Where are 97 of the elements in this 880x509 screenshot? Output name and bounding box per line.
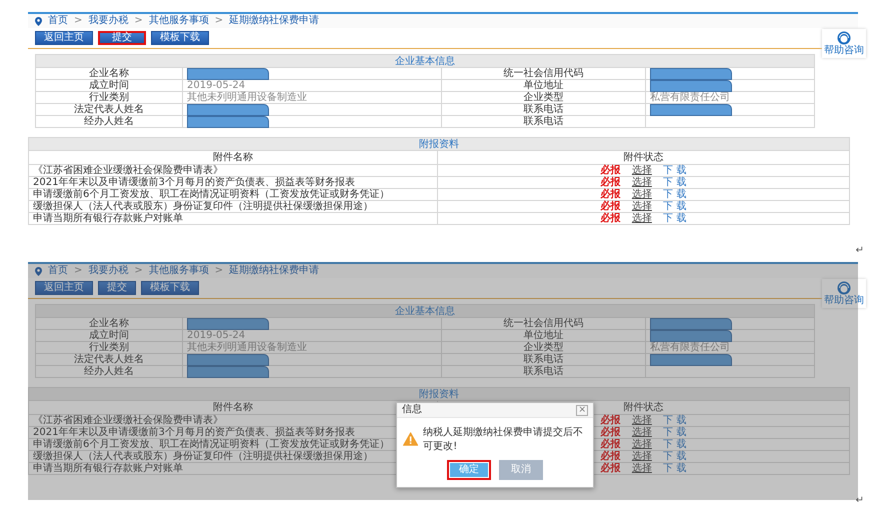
field-value: 2019-05-24 bbox=[182, 330, 442, 342]
field-label: 联系电话 bbox=[442, 104, 646, 116]
required-tag: 必报 bbox=[600, 177, 621, 188]
download-link[interactable]: 下 载 bbox=[663, 177, 686, 188]
breadcrumb-link[interactable]: 我要办税 bbox=[88, 15, 128, 27]
field-label: 行业类别 bbox=[36, 92, 182, 104]
breadcrumb-link[interactable]: 其他服务事项 bbox=[148, 15, 209, 27]
breadcrumb-link[interactable]: 其他服务事项 bbox=[148, 265, 209, 277]
required-tag: 必报 bbox=[600, 451, 621, 462]
table-cell: 缓缴担保人（法人代表或股东）身份证复印件（注明提供社保缓缴担保用途） bbox=[28, 200, 438, 212]
choose-link[interactable]: 选择 bbox=[632, 415, 652, 426]
download-link[interactable]: 下 载 bbox=[663, 165, 686, 176]
download-link[interactable]: 下 载 bbox=[663, 439, 686, 450]
breadcrumb-separator: > bbox=[134, 15, 143, 27]
field-label: 经办人姓名 bbox=[36, 366, 182, 378]
breadcrumb-separator: > bbox=[74, 265, 82, 277]
choose-link[interactable]: 选择 bbox=[632, 451, 652, 462]
toolbar-button[interactable]: 提交 bbox=[98, 31, 146, 45]
choose-link[interactable]: 选择 bbox=[632, 201, 652, 212]
section-title: 企业基本信息 bbox=[36, 54, 814, 68]
breadcrumb-link[interactable]: 我要办税 bbox=[88, 265, 128, 277]
location-pin-icon bbox=[35, 16, 42, 26]
field-label: 企业名称 bbox=[36, 318, 182, 330]
breadcrumb-link[interactable]: 延期缴纳社保费申请 bbox=[229, 15, 320, 27]
download-link[interactable]: 下 载 bbox=[663, 451, 686, 462]
required-tag: 必报 bbox=[600, 213, 621, 224]
field-label: 法定代表人姓名 bbox=[36, 104, 182, 116]
close-button[interactable]: × bbox=[576, 404, 588, 416]
field-label: 经办人姓名 bbox=[36, 116, 182, 128]
table-cell: 2021年年末以及申请缓缴前3个月每月的资产负债表、损益表等财务报表 bbox=[28, 176, 438, 188]
location-pin-icon bbox=[35, 266, 42, 276]
choose-link[interactable]: 选择 bbox=[632, 463, 652, 474]
breadcrumb-separator: > bbox=[74, 15, 82, 27]
section-title: 附报资料 bbox=[28, 138, 850, 150]
breadcrumb-separator: > bbox=[134, 265, 143, 277]
dialog-title: 信息 bbox=[402, 404, 422, 416]
download-link[interactable]: 下 载 bbox=[663, 427, 686, 438]
choose-link[interactable]: 选择 bbox=[632, 165, 652, 176]
field-label: 成立时间 bbox=[36, 80, 182, 92]
field-label: 法定代表人姓名 bbox=[36, 354, 182, 366]
paragraph-mark: ↵ bbox=[856, 245, 864, 256]
column-header: 附件状态 bbox=[438, 150, 850, 164]
help-label: 帮助咨询 bbox=[824, 45, 864, 56]
help-widget[interactable]: 帮助咨询 bbox=[822, 29, 866, 58]
toolbar-button[interactable]: 模板下载 bbox=[141, 281, 199, 295]
field-label: 行业类别 bbox=[36, 342, 182, 354]
table-cell: 《江苏省困难企业缓缴社会保险费申请表》 bbox=[28, 164, 438, 176]
breadcrumb-separator: > bbox=[214, 265, 224, 277]
download-link[interactable]: 下 载 bbox=[663, 463, 686, 474]
download-link[interactable]: 下 载 bbox=[663, 415, 686, 426]
headset-icon bbox=[837, 31, 851, 45]
required-tag: 必报 bbox=[600, 439, 621, 450]
field-label: 成立时间 bbox=[36, 330, 182, 342]
field-label: 统一社会信用代码 bbox=[442, 68, 646, 80]
field-label: 单位地址 bbox=[442, 330, 646, 342]
paragraph-mark: ↵ bbox=[856, 495, 864, 506]
choose-link[interactable]: 选择 bbox=[632, 189, 652, 200]
toolbar-button[interactable]: 提交 bbox=[98, 281, 136, 295]
required-tag: 必报 bbox=[600, 463, 621, 474]
field-label: 联系电话 bbox=[442, 366, 646, 378]
field-value: 2019-05-24 bbox=[182, 80, 442, 92]
column-header: 附件名称 bbox=[28, 150, 438, 164]
help-label: 帮助咨询 bbox=[824, 295, 864, 306]
table-cell: 申请当期所有银行存款账户对账单 bbox=[28, 212, 438, 224]
headset-icon bbox=[837, 281, 851, 295]
table-cell: 申请缓缴前6个月工资发放、职工在岗情况证明资料（工资发放凭证或财务凭证） bbox=[28, 188, 438, 200]
field-label: 联系电话 bbox=[442, 354, 646, 366]
toolbar-button[interactable]: 返回主页 bbox=[35, 281, 93, 295]
field-label: 单位地址 bbox=[442, 80, 646, 92]
field-label: 企业名称 bbox=[36, 68, 182, 80]
warning-icon bbox=[403, 431, 418, 447]
required-tag: 必报 bbox=[600, 427, 621, 438]
help-widget[interactable]: 帮助咨询 bbox=[822, 279, 866, 308]
choose-link[interactable]: 选择 bbox=[632, 177, 652, 188]
choose-link[interactable]: 选择 bbox=[632, 439, 652, 450]
choose-link[interactable]: 选择 bbox=[632, 213, 652, 224]
field-label: 企业类型 bbox=[442, 342, 646, 354]
breadcrumb-link[interactable]: 首页 bbox=[48, 15, 68, 27]
section-title: 企业基本信息 bbox=[36, 304, 814, 318]
breadcrumb-link[interactable]: 首页 bbox=[48, 265, 68, 277]
required-tag: 必报 bbox=[600, 189, 621, 200]
dialog-message: 纳税人延期缴纳社保费申请提交后不可更改! bbox=[423, 426, 584, 453]
section-title: 附报资料 bbox=[28, 388, 850, 400]
toolbar-button[interactable]: 模板下载 bbox=[151, 31, 209, 45]
breadcrumb-separator: > bbox=[214, 15, 224, 27]
choose-link[interactable]: 选择 bbox=[632, 427, 652, 438]
field-label: 企业类型 bbox=[442, 92, 646, 104]
required-tag: 必报 bbox=[600, 165, 621, 176]
required-tag: 必报 bbox=[600, 201, 621, 212]
field-label: 联系电话 bbox=[442, 116, 646, 128]
download-link[interactable]: 下 载 bbox=[663, 201, 686, 212]
download-link[interactable]: 下 载 bbox=[663, 189, 686, 200]
breadcrumb-link[interactable]: 延期缴纳社保费申请 bbox=[229, 265, 320, 277]
field-label: 统一社会信用代码 bbox=[442, 318, 646, 330]
required-tag: 必报 bbox=[600, 415, 621, 426]
download-link[interactable]: 下 载 bbox=[663, 213, 686, 224]
toolbar-button[interactable]: 返回主页 bbox=[35, 31, 93, 45]
